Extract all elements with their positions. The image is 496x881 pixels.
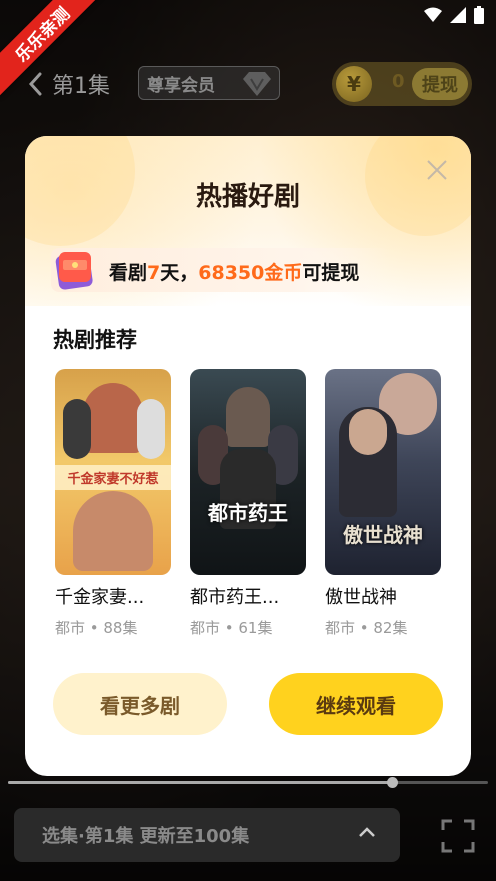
dialog-title: 热播好剧 (195, 182, 300, 212)
promo-suffix: 可提现 (302, 262, 360, 284)
poster-figure (226, 387, 270, 447)
poster-title-art: 都市药王 (208, 501, 288, 525)
progress-knob[interactable] (387, 777, 398, 788)
progress-bar[interactable] (8, 777, 488, 788)
vip-label: 尊享会员 (147, 75, 215, 96)
top-bar: 第1集 尊享会员 ¥ 0 提现 (0, 62, 496, 106)
coin-balance[interactable]: ¥ 0 提现 (332, 62, 472, 106)
promo-prefix: 看剧 (109, 262, 148, 284)
episode-title: 第1集 (52, 74, 110, 99)
drama-meta: 都市 • 82集 (325, 619, 408, 637)
drama-poster[interactable]: 都市药王 (190, 369, 306, 575)
episode-selector-label: 选集·第1集 更新至100集 (42, 826, 250, 847)
continue-watching-button[interactable]: 继续观看 (269, 673, 443, 735)
drama-title: 千金家妻... (55, 587, 145, 608)
drama-poster[interactable]: 千金家妻不好惹 (55, 369, 171, 575)
vip-badge[interactable]: 尊享会员 (138, 66, 280, 100)
signal-icon (450, 7, 466, 23)
poster-figure (83, 383, 143, 453)
promo-text: 看剧7天，68350金币可提现 (109, 258, 359, 285)
poster-figure (349, 409, 387, 455)
drama-card[interactable]: 傲世战神 傲世战神 都市 • 82集 (325, 369, 441, 638)
poster-title-art: 傲世战神 (343, 523, 423, 547)
more-dramas-button[interactable]: 看更多剧 (53, 673, 227, 735)
drama-poster[interactable]: 傲世战神 (325, 369, 441, 575)
red-envelope-icon (55, 252, 93, 290)
wifi-icon (424, 7, 442, 22)
drama-meta: 都市 • 88集 (55, 619, 138, 637)
progress-fill (8, 781, 392, 784)
poster-figure (137, 399, 165, 459)
coin-icon: ¥ (336, 66, 372, 102)
withdraw-button[interactable]: 提现 (412, 68, 468, 100)
poster-figure (63, 399, 91, 459)
drama-card[interactable]: 都市药王 都市药王... 都市 • 61集 (190, 369, 306, 638)
battery-icon (474, 6, 484, 24)
promo-amount: 68350金币 (198, 262, 303, 284)
drama-meta: 都市 • 61集 (190, 619, 273, 637)
drama-list: 千金家妻不好惹 千金家妻... 都市 • 88集 都市药王 都市药王... 都市… (55, 369, 445, 649)
poster-figure (73, 491, 153, 571)
back-arrow-icon[interactable] (26, 70, 46, 98)
coin-count: 0 (392, 71, 405, 92)
drama-title: 傲世战神 (325, 587, 397, 608)
section-title: 热剧推荐 (53, 328, 137, 352)
promo-mid: 天， (160, 262, 199, 284)
episode-selector[interactable]: 选集·第1集 更新至100集 (14, 808, 400, 862)
drama-card[interactable]: 千金家妻不好惹 千金家妻... 都市 • 88集 (55, 369, 171, 638)
status-bar (424, 6, 484, 24)
poster-title-art: 千金家妻不好惹 (55, 465, 171, 490)
chevron-up-icon (359, 827, 375, 837)
promo-days: 7 (147, 262, 161, 284)
diamond-icon (243, 72, 271, 96)
withdraw-promo: 看剧7天，68350金币可提现 (51, 248, 391, 292)
fullscreen-icon[interactable] (440, 818, 476, 854)
drama-title: 都市药王... (190, 587, 280, 608)
hot-drama-dialog: 热播好剧 看剧7天，68350金币可提现 热剧推荐 千金家妻不好惹 千金家妻..… (25, 136, 471, 776)
